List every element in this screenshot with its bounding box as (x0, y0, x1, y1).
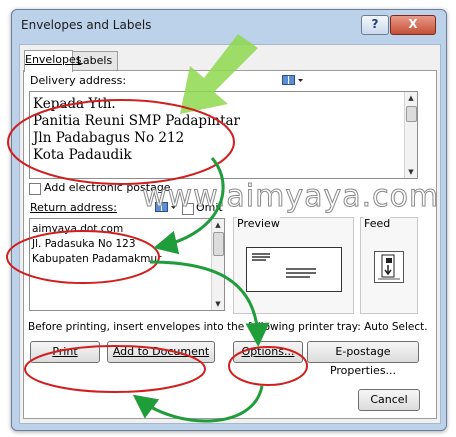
big-arrow-icon (180, 34, 258, 114)
arrow-return-to-options (149, 260, 270, 347)
options-highlight (228, 346, 308, 386)
delivery-highlight (7, 99, 235, 185)
arrow-delivery-to-return (153, 157, 225, 255)
tab-envelopes[interactable]: Envelopes (24, 50, 81, 72)
tab-envelopes-label: Envelopes (25, 53, 82, 66)
arrow-options-to-add (132, 385, 264, 423)
return-highlight (6, 230, 160, 284)
buttons-highlight (24, 345, 206, 393)
